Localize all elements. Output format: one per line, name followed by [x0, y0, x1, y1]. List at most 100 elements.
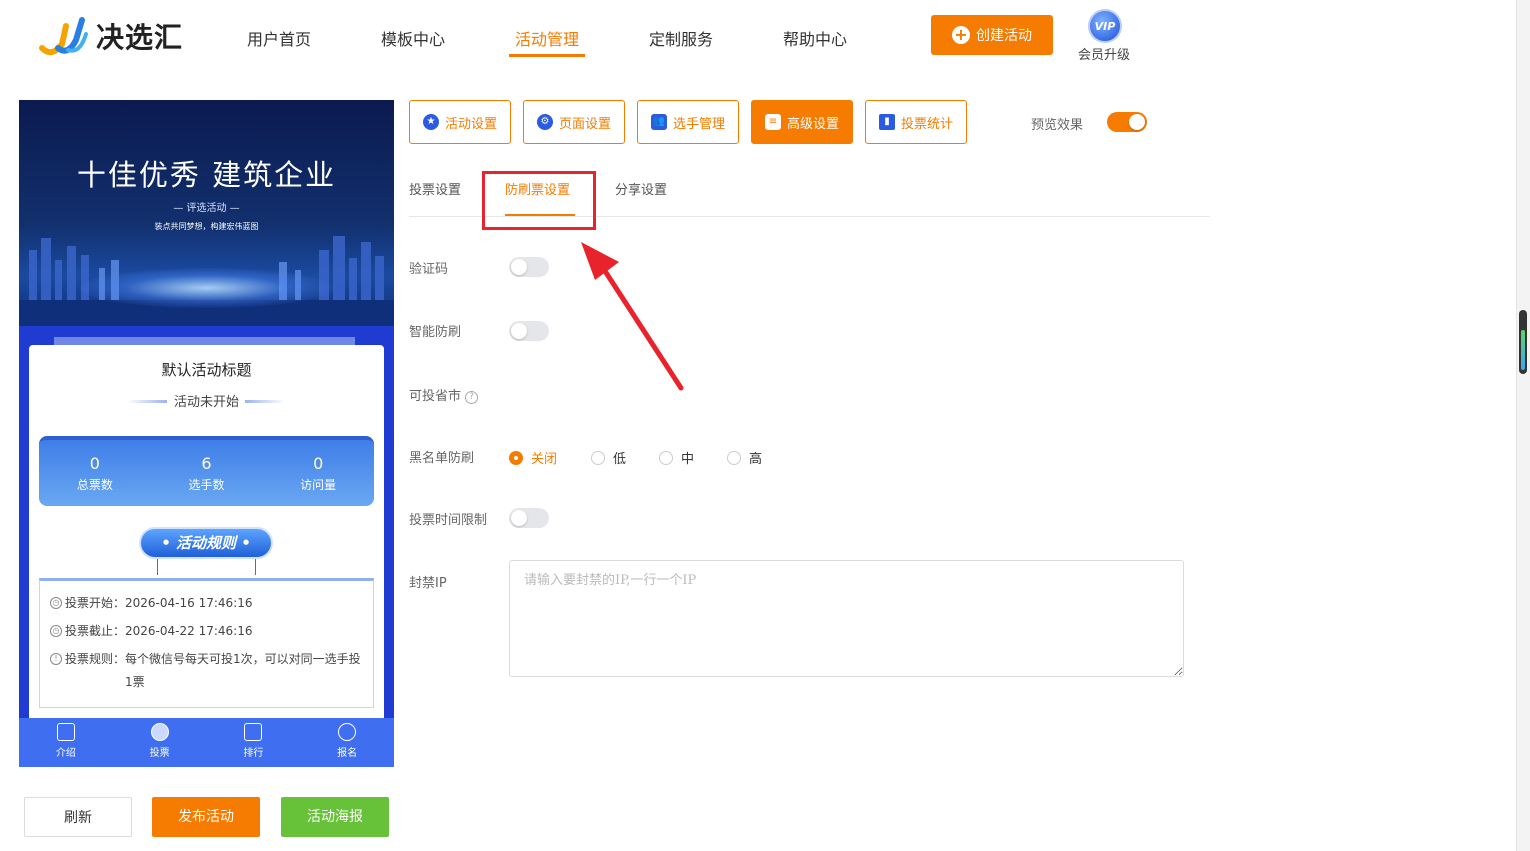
tab-vote-statistics[interactable]: ▮ 投票统计: [865, 100, 967, 144]
blocked-ip-input[interactable]: [509, 560, 1184, 677]
tab-label: 排行: [243, 748, 264, 759]
radio-dot: [509, 450, 523, 465]
radio-dot: [727, 450, 741, 465]
brand-name: 决选汇: [96, 21, 184, 54]
document-icon: [56, 723, 75, 741]
rule-vote-start: ◷ 投票开始： 2026-04-16 17:46:16: [50, 595, 363, 611]
smart-anti-fraud-label: 智能防刷: [409, 325, 462, 340]
banner-glow: [79, 268, 334, 308]
rules-box: ◷ 投票开始： 2026-04-16 17:46:16 ◷ 投票截止： 2026…: [39, 578, 374, 708]
highlight-annotation-box: [482, 171, 596, 230]
blacklist-option-high[interactable]: 高: [727, 448, 762, 467]
tab-label: 报名: [337, 748, 358, 759]
rule-value: 2026-04-16 17:46:16: [125, 596, 253, 610]
help-icon[interactable]: ?: [465, 391, 479, 404]
rule-label: 投票截止：: [65, 624, 126, 638]
radio-dot: [591, 450, 605, 465]
stat-label: 总票数: [76, 478, 113, 492]
tab-advanced-settings[interactable]: ≡ 高级设置: [751, 100, 853, 144]
blacklist-option-medium[interactable]: 中: [659, 448, 694, 467]
scrollbar-thumb-accent: [1521, 330, 1525, 370]
rule-vote-end: ◷ 投票截止： 2026-04-22 17:46:16: [50, 623, 363, 639]
refresh-button[interactable]: 刷新: [24, 797, 132, 837]
vote-icon: [150, 723, 169, 741]
vote-time-limit-toggle[interactable]: [509, 508, 549, 528]
captcha-label: 验证码: [409, 262, 449, 277]
blacklist-option-low[interactable]: 低: [591, 448, 626, 467]
vip-icon[interactable]: VIP: [1088, 9, 1122, 43]
toggle-knob: [511, 510, 527, 526]
stats-panel: 0 总票数 6 选手数 0 访问量: [39, 436, 374, 506]
captcha-toggle[interactable]: [509, 257, 549, 277]
radio-label: 中: [681, 452, 695, 467]
blacklist-option-off[interactable]: 关闭: [509, 448, 557, 467]
activity-poster-button[interactable]: 活动海报: [281, 797, 389, 837]
brand-logo[interactable]: 决选汇: [38, 14, 198, 58]
stat-visits: 0 访问量: [262, 440, 374, 506]
radio-label: 高: [749, 452, 763, 467]
create-activity-button[interactable]: + 创建活动: [931, 15, 1053, 55]
annotation-arrow-icon: [581, 242, 684, 391]
rules-rope-right: [255, 559, 256, 575]
page-scrollbar[interactable]: [1516, 0, 1530, 851]
rule-value: 2026-04-22 17:46:16: [125, 624, 253, 638]
tool-label: 高级设置: [786, 116, 839, 132]
settings-list-icon: ≡: [764, 114, 781, 130]
preview-effect-label: 预览效果: [1031, 118, 1084, 133]
tab-label: 投票: [149, 748, 170, 759]
subtab-vote-settings[interactable]: 投票设置: [409, 179, 461, 198]
tab-intro[interactable]: 介绍: [19, 718, 113, 767]
bar-chart-icon: [244, 723, 263, 741]
banner-subtitle: — 评选活动 —: [173, 203, 240, 214]
allowed-regions-text: 可投省市: [409, 389, 462, 404]
preview-effect-toggle[interactable]: [1107, 112, 1147, 132]
toggle-knob: [511, 323, 527, 339]
tool-label: 投票统计: [900, 116, 953, 132]
rule-value: 每个微信号每天可投1次，可以对同一选手投1票: [125, 652, 361, 689]
rules-rope-left: [157, 559, 158, 575]
vote-time-limit-label: 投票时间限制: [409, 513, 488, 528]
rule-label: 投票开始：: [65, 596, 126, 610]
activity-card: 默认活动标题 活动未开始 0 总票数 6 选手数 0 访问量 • 活动规则 • …: [29, 345, 384, 725]
vip-upgrade-link[interactable]: 会员升级: [1078, 44, 1130, 63]
stat-value: 0: [89, 454, 100, 473]
nav-help-center[interactable]: 帮助中心: [783, 26, 847, 56]
tab-page-settings[interactable]: ⚙ 页面设置: [523, 100, 625, 144]
banner-tagline: 装点共同梦想，构建宏伟蓝图: [154, 222, 259, 231]
nav-custom-service[interactable]: 定制服务: [649, 26, 713, 56]
stat-total-votes: 0 总票数: [39, 440, 151, 506]
allowed-regions-label: 可投省市?: [409, 385, 479, 404]
bar-chart-icon: ▮: [878, 114, 895, 130]
preview-tabbar: 介绍 投票 排行 报名: [19, 718, 394, 767]
info-icon: !: [50, 653, 62, 665]
nav-template-center[interactable]: 模板中心: [381, 26, 445, 56]
blacklist-label: 黑名单防刷: [409, 451, 475, 466]
user-icon: [338, 723, 357, 741]
create-activity-label: 创建活动: [976, 28, 1032, 44]
toggle-knob: [1129, 114, 1145, 130]
banner-title: 十佳优秀 建筑企业: [76, 158, 337, 192]
smart-anti-fraud-toggle[interactable]: [509, 321, 549, 341]
nav-user-home[interactable]: 用户首页: [247, 26, 311, 56]
activity-title: 默认活动标题: [161, 361, 252, 379]
tab-vote[interactable]: 投票: [113, 718, 207, 767]
rule-label: 投票规则：: [65, 652, 126, 666]
mobile-preview: 十佳优秀 建筑企业 — 评选活动 — 装点共同梦想，构建宏伟蓝图 默认活动标题 …: [19, 100, 394, 767]
blocked-ip-label: 封禁IP: [409, 576, 447, 591]
clock-icon: ◷: [50, 625, 62, 637]
tab-ranking[interactable]: 排行: [207, 718, 301, 767]
tab-activity-settings[interactable]: ★ 活动设置: [409, 100, 511, 144]
publish-activity-button[interactable]: 发布活动: [152, 797, 260, 837]
stat-label: 访问量: [300, 478, 337, 492]
preview-banner: 十佳优秀 建筑企业 — 评选活动 — 装点共同梦想，构建宏伟蓝图: [19, 100, 394, 326]
clock-icon: ◷: [50, 597, 62, 609]
tab-candidate-management[interactable]: 👥 选手管理: [637, 100, 739, 144]
stat-value: 6: [201, 454, 212, 473]
nav-activity-management[interactable]: 活动管理: [515, 26, 579, 56]
subtab-share-settings[interactable]: 分享设置: [615, 179, 667, 198]
plus-icon: +: [952, 26, 970, 44]
radio-dot: [659, 450, 673, 465]
activity-status: 活动未开始: [173, 395, 239, 410]
tab-signup[interactable]: 报名: [300, 718, 394, 767]
star-icon: ★: [422, 114, 439, 130]
